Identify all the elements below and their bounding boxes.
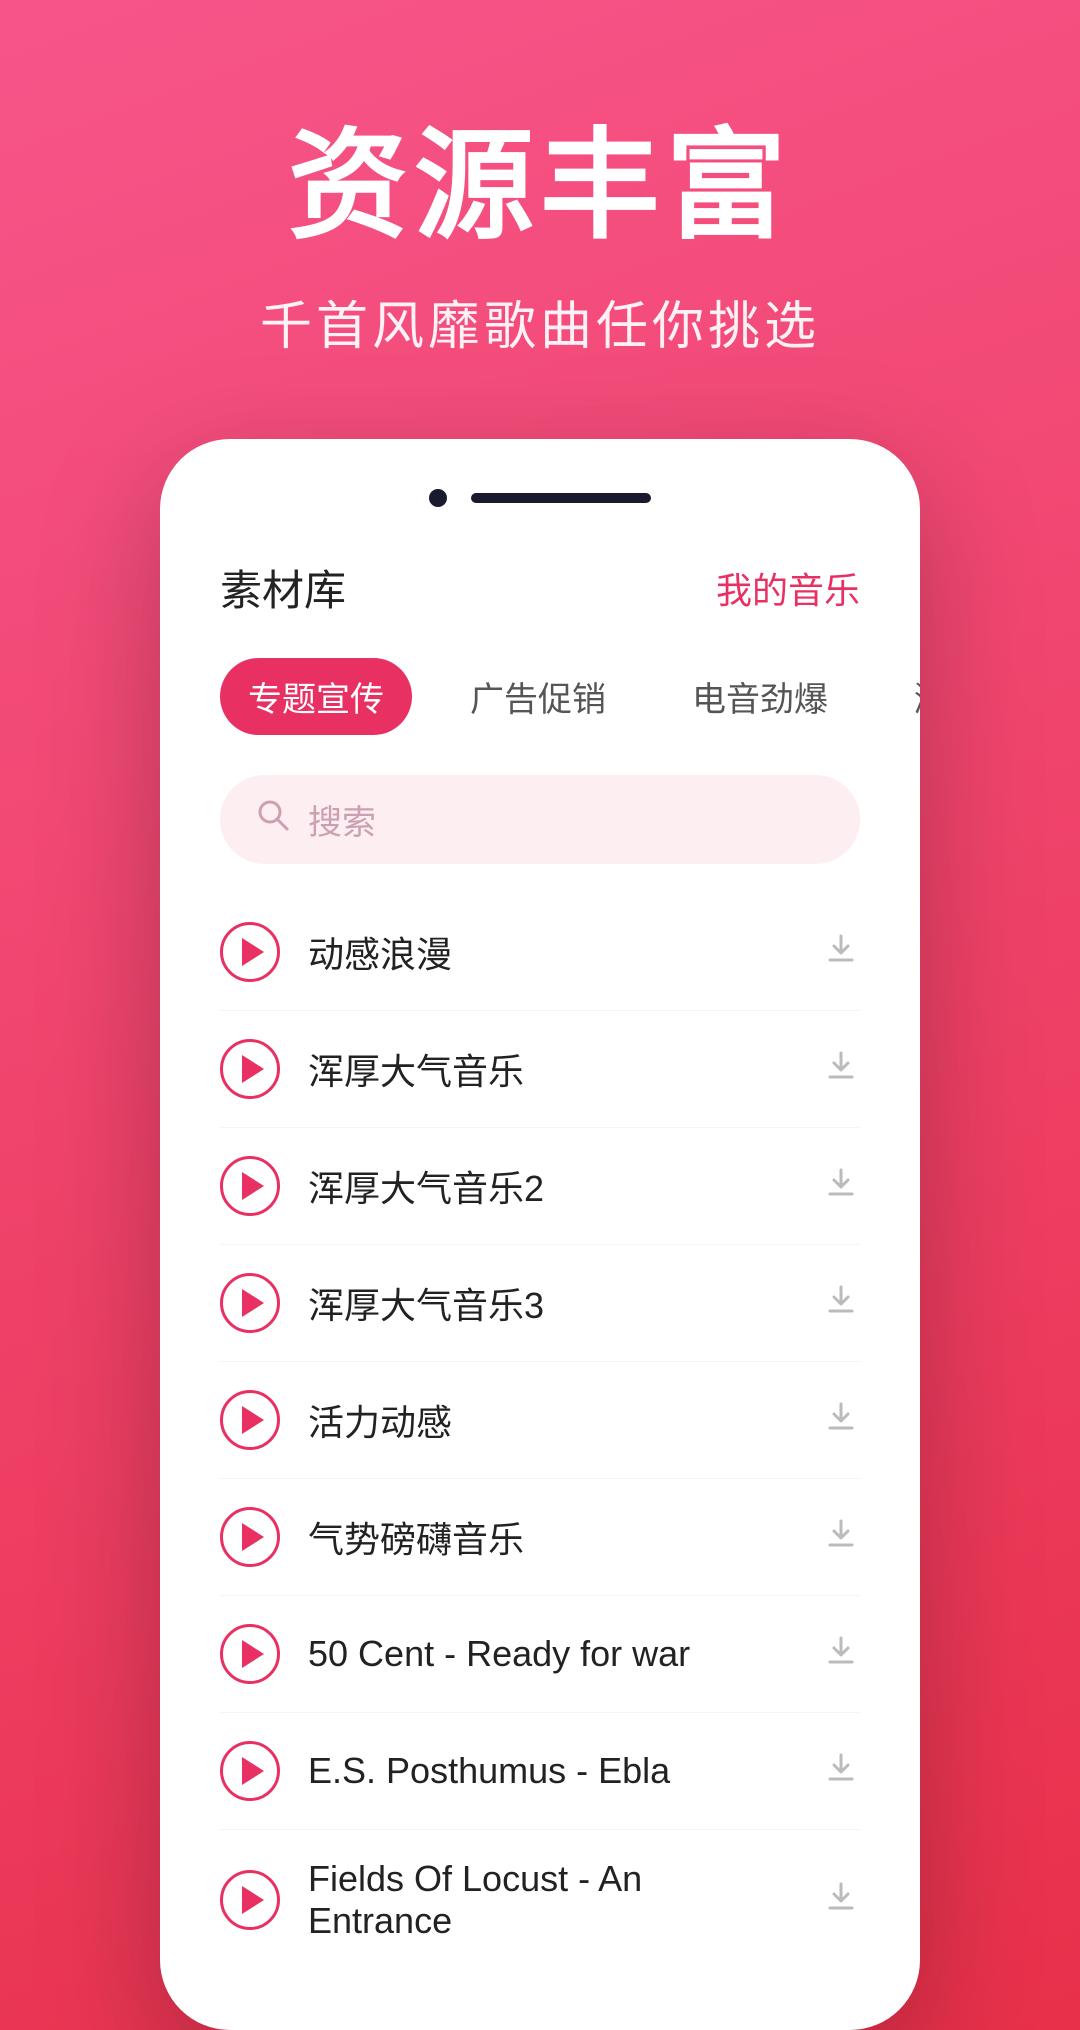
- play-icon: [242, 1757, 264, 1785]
- hero-title: 资源丰富: [288, 120, 792, 252]
- tab-epic[interactable]: 激情磅礴: [886, 658, 920, 735]
- play-button[interactable]: [220, 1156, 280, 1216]
- library-header: 素材库 我的音乐: [220, 557, 860, 618]
- search-bar[interactable]: 搜索: [220, 775, 860, 864]
- music-name: Fields Of Locust - An Entrance: [308, 1858, 794, 1942]
- my-music-link[interactable]: 我的音乐: [716, 562, 860, 614]
- play-button[interactable]: [220, 1870, 280, 1930]
- play-button[interactable]: [220, 1039, 280, 1099]
- music-name: 浑厚大气音乐3: [308, 1277, 794, 1329]
- play-icon: [242, 1289, 264, 1317]
- play-button[interactable]: [220, 1507, 280, 1567]
- play-button[interactable]: [220, 1273, 280, 1333]
- list-item: 动感浪漫: [220, 894, 860, 1011]
- library-title: 素材库: [220, 557, 346, 618]
- phone-mockup: 素材库 我的音乐 专题宣传 广告促销 电音劲爆 激情磅礴 搜索: [160, 439, 920, 2030]
- download-button[interactable]: [822, 1747, 860, 1795]
- list-item: 活力动感: [220, 1362, 860, 1479]
- download-button[interactable]: [822, 1396, 860, 1444]
- tab-electronic[interactable]: 电音劲爆: [664, 658, 856, 735]
- play-button[interactable]: [220, 922, 280, 982]
- download-button[interactable]: [822, 1162, 860, 1210]
- download-button[interactable]: [822, 1630, 860, 1678]
- play-icon: [242, 1523, 264, 1551]
- phone-content: 素材库 我的音乐 专题宣传 广告促销 电音劲爆 激情磅礴 搜索: [160, 527, 920, 2030]
- list-item: E.S. Posthumus - Ebla: [220, 1713, 860, 1830]
- play-icon: [242, 1406, 264, 1434]
- download-button[interactable]: [822, 1513, 860, 1561]
- search-icon: [256, 798, 290, 841]
- music-list: 动感浪漫 浑厚大气音乐: [220, 894, 860, 1970]
- play-button[interactable]: [220, 1390, 280, 1450]
- music-name: 浑厚大气音乐: [308, 1043, 794, 1095]
- download-button[interactable]: [822, 1876, 860, 1924]
- list-item: 50 Cent - Ready for war: [220, 1596, 860, 1713]
- list-item: 浑厚大气音乐3: [220, 1245, 860, 1362]
- tabs-row: 专题宣传 广告促销 电音劲爆 激情磅礴: [220, 658, 860, 735]
- play-icon: [242, 1640, 264, 1668]
- list-item: Fields Of Locust - An Entrance: [220, 1830, 860, 1970]
- camera-dot: [429, 489, 447, 507]
- list-item: 浑厚大气音乐: [220, 1011, 860, 1128]
- tab-promo[interactable]: 广告促销: [442, 658, 634, 735]
- play-icon: [242, 1055, 264, 1083]
- download-button[interactable]: [822, 928, 860, 976]
- list-item: 气势磅礴音乐: [220, 1479, 860, 1596]
- phone-status-bar: [160, 479, 920, 527]
- download-button[interactable]: [822, 1045, 860, 1093]
- list-item: 浑厚大气音乐2: [220, 1128, 860, 1245]
- music-name: E.S. Posthumus - Ebla: [308, 1750, 794, 1792]
- hero-section: 资源丰富 千首风靡歌曲任你挑选: [0, 0, 1080, 439]
- hero-subtitle: 千首风靡歌曲任你挑选: [260, 284, 820, 359]
- music-name: 气势磅礴音乐: [308, 1511, 794, 1563]
- music-name: 50 Cent - Ready for war: [308, 1633, 794, 1675]
- play-icon: [242, 1886, 264, 1914]
- download-button[interactable]: [822, 1279, 860, 1327]
- speaker-bar: [471, 493, 651, 503]
- music-name: 活力动感: [308, 1394, 794, 1446]
- play-icon: [242, 1172, 264, 1200]
- play-button[interactable]: [220, 1741, 280, 1801]
- music-name: 浑厚大气音乐2: [308, 1160, 794, 1212]
- music-name: 动感浪漫: [308, 926, 794, 978]
- play-icon: [242, 938, 264, 966]
- tab-featured[interactable]: 专题宣传: [220, 658, 412, 735]
- play-button[interactable]: [220, 1624, 280, 1684]
- search-placeholder: 搜索: [308, 795, 376, 844]
